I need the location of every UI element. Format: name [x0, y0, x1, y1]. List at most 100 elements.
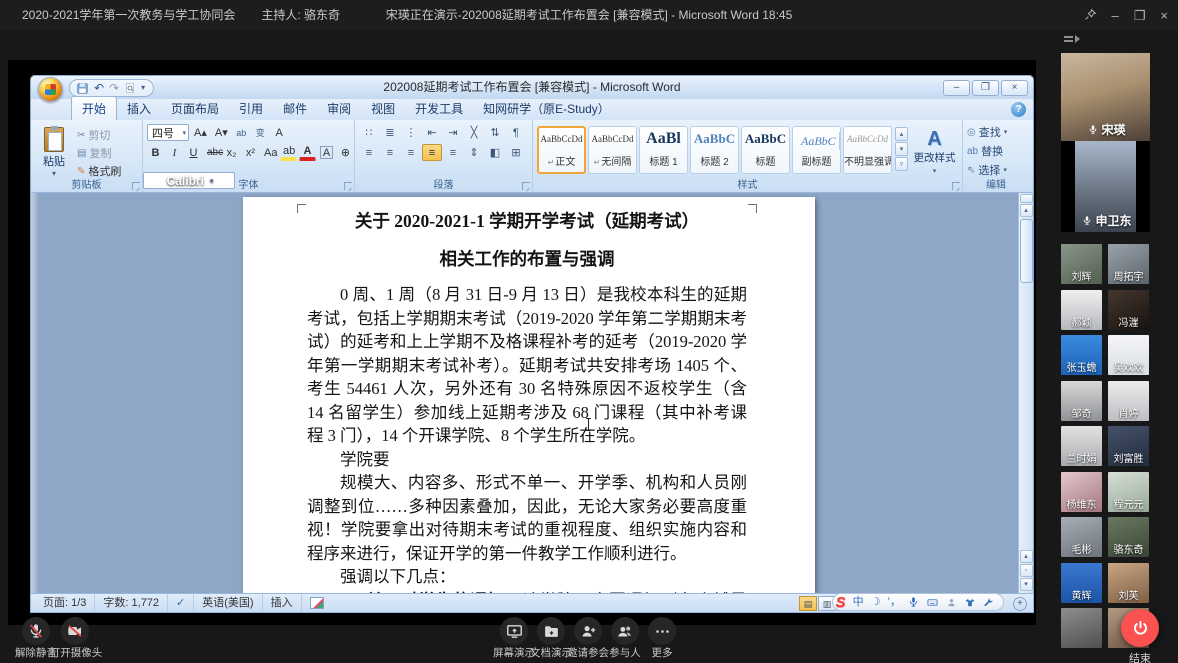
spellcheck-icon[interactable]: ✓	[168, 594, 194, 612]
align-right-button[interactable]: ≡	[401, 144, 421, 161]
change-styles-button[interactable]: A 更改样式 ▾	[911, 124, 958, 178]
qat-dropdown-icon[interactable]: ▾	[141, 84, 145, 92]
decrease-indent-button[interactable]: ⇤	[422, 124, 442, 141]
minimize-button[interactable]: –	[1112, 9, 1119, 22]
tab-cnki-estudy[interactable]: 知网研学（原E-Study）	[473, 97, 620, 120]
ruler-toggle-button[interactable]	[1020, 194, 1033, 203]
enclose-characters-button[interactable]: ⊕	[337, 144, 354, 161]
grow-font-button[interactable]: A▴	[191, 124, 210, 141]
restore-button[interactable]: ❐	[1134, 9, 1146, 22]
font-color-button[interactable]: A	[299, 144, 316, 161]
font-size-select[interactable]: 四号▾	[147, 124, 189, 141]
pin-icon[interactable]	[1084, 8, 1097, 23]
paragraph-dialog-launcher[interactable]	[522, 182, 530, 190]
bullets-button[interactable]: ∷	[359, 124, 379, 141]
skin-icon[interactable]	[964, 597, 976, 608]
voice-input-icon[interactable]	[908, 596, 919, 608]
font-name-select[interactable]: Calibri▾	[143, 172, 235, 189]
style-heading1[interactable]: AaBl标题 1	[639, 126, 688, 174]
underline-button[interactable]: U	[185, 144, 202, 161]
chinese-mode-icon[interactable]: 中	[853, 597, 864, 608]
participant-tile[interactable]: 肖婷	[1108, 381, 1149, 421]
scroll-up-button[interactable]: ▴	[1020, 204, 1033, 217]
scrollbar-thumb[interactable]	[1020, 219, 1033, 283]
previous-page-button[interactable]: ▴	[1020, 550, 1033, 563]
tab-mailings[interactable]: 邮件	[273, 97, 317, 120]
char-border-button[interactable]: A	[271, 124, 288, 141]
redo-button[interactable]: ↷	[109, 82, 119, 94]
participant-tile[interactable]: 郝颖	[1061, 290, 1102, 330]
shading-button[interactable]: ◧	[485, 144, 505, 161]
collapse-sidebar-icon[interactable]	[1064, 34, 1082, 46]
justify-button[interactable]: ≡	[422, 144, 442, 161]
print-preview-icon[interactable]	[124, 82, 136, 94]
account-icon[interactable]	[946, 597, 957, 608]
strikethrough-button[interactable]: abc	[204, 144, 221, 161]
style-subtle-emphasis[interactable]: AaBbCcDd不明显强调	[843, 126, 892, 174]
document-share-button[interactable]	[537, 617, 565, 645]
change-case-button[interactable]: Aa	[261, 144, 278, 161]
cut-button[interactable]: ✂剪切	[77, 127, 121, 143]
language-indicator[interactable]: 英语(美国)	[194, 594, 262, 612]
styles-scroll-down[interactable]: ▾	[895, 142, 908, 156]
style-subtitle[interactable]: AaBbC副标题	[792, 126, 841, 174]
styles-scroll-up[interactable]: ▴	[895, 127, 908, 141]
clipboard-dialog-launcher[interactable]	[132, 182, 140, 190]
save-icon[interactable]	[76, 82, 89, 95]
word-close-button[interactable]: ×	[1001, 80, 1028, 96]
camera-button[interactable]	[61, 617, 89, 645]
copy-button[interactable]: ▤复制	[77, 145, 121, 161]
increase-indent-button[interactable]: ⇥	[443, 124, 463, 141]
word-count[interactable]: 字数: 1,772	[95, 594, 168, 612]
style-normal[interactable]: AaBbCcDd正文	[537, 126, 586, 174]
shrink-font-button[interactable]: A▾	[212, 124, 231, 141]
styles-dialog-launcher[interactable]	[952, 182, 960, 190]
zoom-in-button[interactable]: +	[1013, 597, 1027, 611]
font-dialog-launcher[interactable]	[344, 182, 352, 190]
tab-developer[interactable]: 开发工具	[405, 97, 473, 120]
tab-review[interactable]: 审阅	[317, 97, 361, 120]
participant-tile[interactable]: 刘辉	[1061, 244, 1102, 284]
show-marks-button[interactable]: ¶	[506, 124, 526, 141]
fullwidth-mode-icon[interactable]: ☽	[871, 597, 881, 608]
tab-page-layout[interactable]: 页面布局	[161, 97, 229, 120]
replace-button[interactable]: ab替换	[967, 143, 1025, 159]
character-border-button[interactable]: A	[318, 144, 335, 161]
toolbox-icon[interactable]	[983, 597, 994, 608]
participant-tile[interactable]: 张玉蟾	[1061, 335, 1102, 375]
tab-view[interactable]: 视图	[361, 97, 405, 120]
document-page[interactable]: 关于 2020-2021-1 学期开学考试（延期考试） 相关工作的布置与强调 0…	[243, 197, 815, 593]
participant-tile[interactable]: 兰时娟	[1061, 426, 1102, 466]
print-layout-view-button[interactable]: ▤	[799, 596, 817, 611]
italic-button[interactable]: I	[166, 144, 183, 161]
end-meeting-button[interactable]	[1121, 609, 1159, 647]
invite-button[interactable]	[574, 617, 602, 645]
close-button[interactable]: ×	[1160, 9, 1168, 22]
style-heading2[interactable]: AaBbC标题 2	[690, 126, 739, 174]
featured-video[interactable]: 申卫东	[1061, 141, 1150, 232]
unmute-button[interactable]	[22, 617, 50, 645]
bold-button[interactable]: B	[147, 144, 164, 161]
sogou-logo-icon[interactable]: S	[836, 595, 846, 610]
vertical-scrollbar[interactable]: ▴ ▴ ◦ ▾	[1018, 193, 1033, 593]
participant-tile[interactable]: 骆东奇	[1108, 517, 1149, 557]
find-button[interactable]: ◎查找▾	[967, 124, 1025, 140]
next-page-button[interactable]: ▾	[1020, 578, 1033, 591]
line-spacing-button[interactable]: ⇕	[464, 144, 484, 161]
participant-tile[interactable]: 刘芙	[1108, 563, 1149, 603]
screen-share-button[interactable]	[500, 617, 528, 645]
word-restore-button[interactable]: ❐	[972, 80, 999, 96]
macro-record-icon[interactable]	[310, 597, 324, 609]
participant-tile[interactable]: 毛彬	[1061, 517, 1102, 557]
participant-tile[interactable]: 吴欢欢	[1108, 335, 1149, 375]
align-left-button[interactable]: ≡	[359, 144, 379, 161]
numbering-button[interactable]: ≣	[380, 124, 400, 141]
more-button[interactable]	[648, 617, 676, 645]
undo-button[interactable]: ↶	[94, 82, 104, 94]
page-indicator[interactable]: 页面: 1/3	[35, 594, 95, 612]
participant-tile[interactable]: 刘富胜	[1108, 426, 1149, 466]
distribute-button[interactable]: ≡	[443, 144, 463, 161]
styles-gallery-expand[interactable]: ▿	[895, 157, 908, 171]
multilevel-list-button[interactable]: ⋮	[401, 124, 421, 141]
align-center-button[interactable]: ≡	[380, 144, 400, 161]
